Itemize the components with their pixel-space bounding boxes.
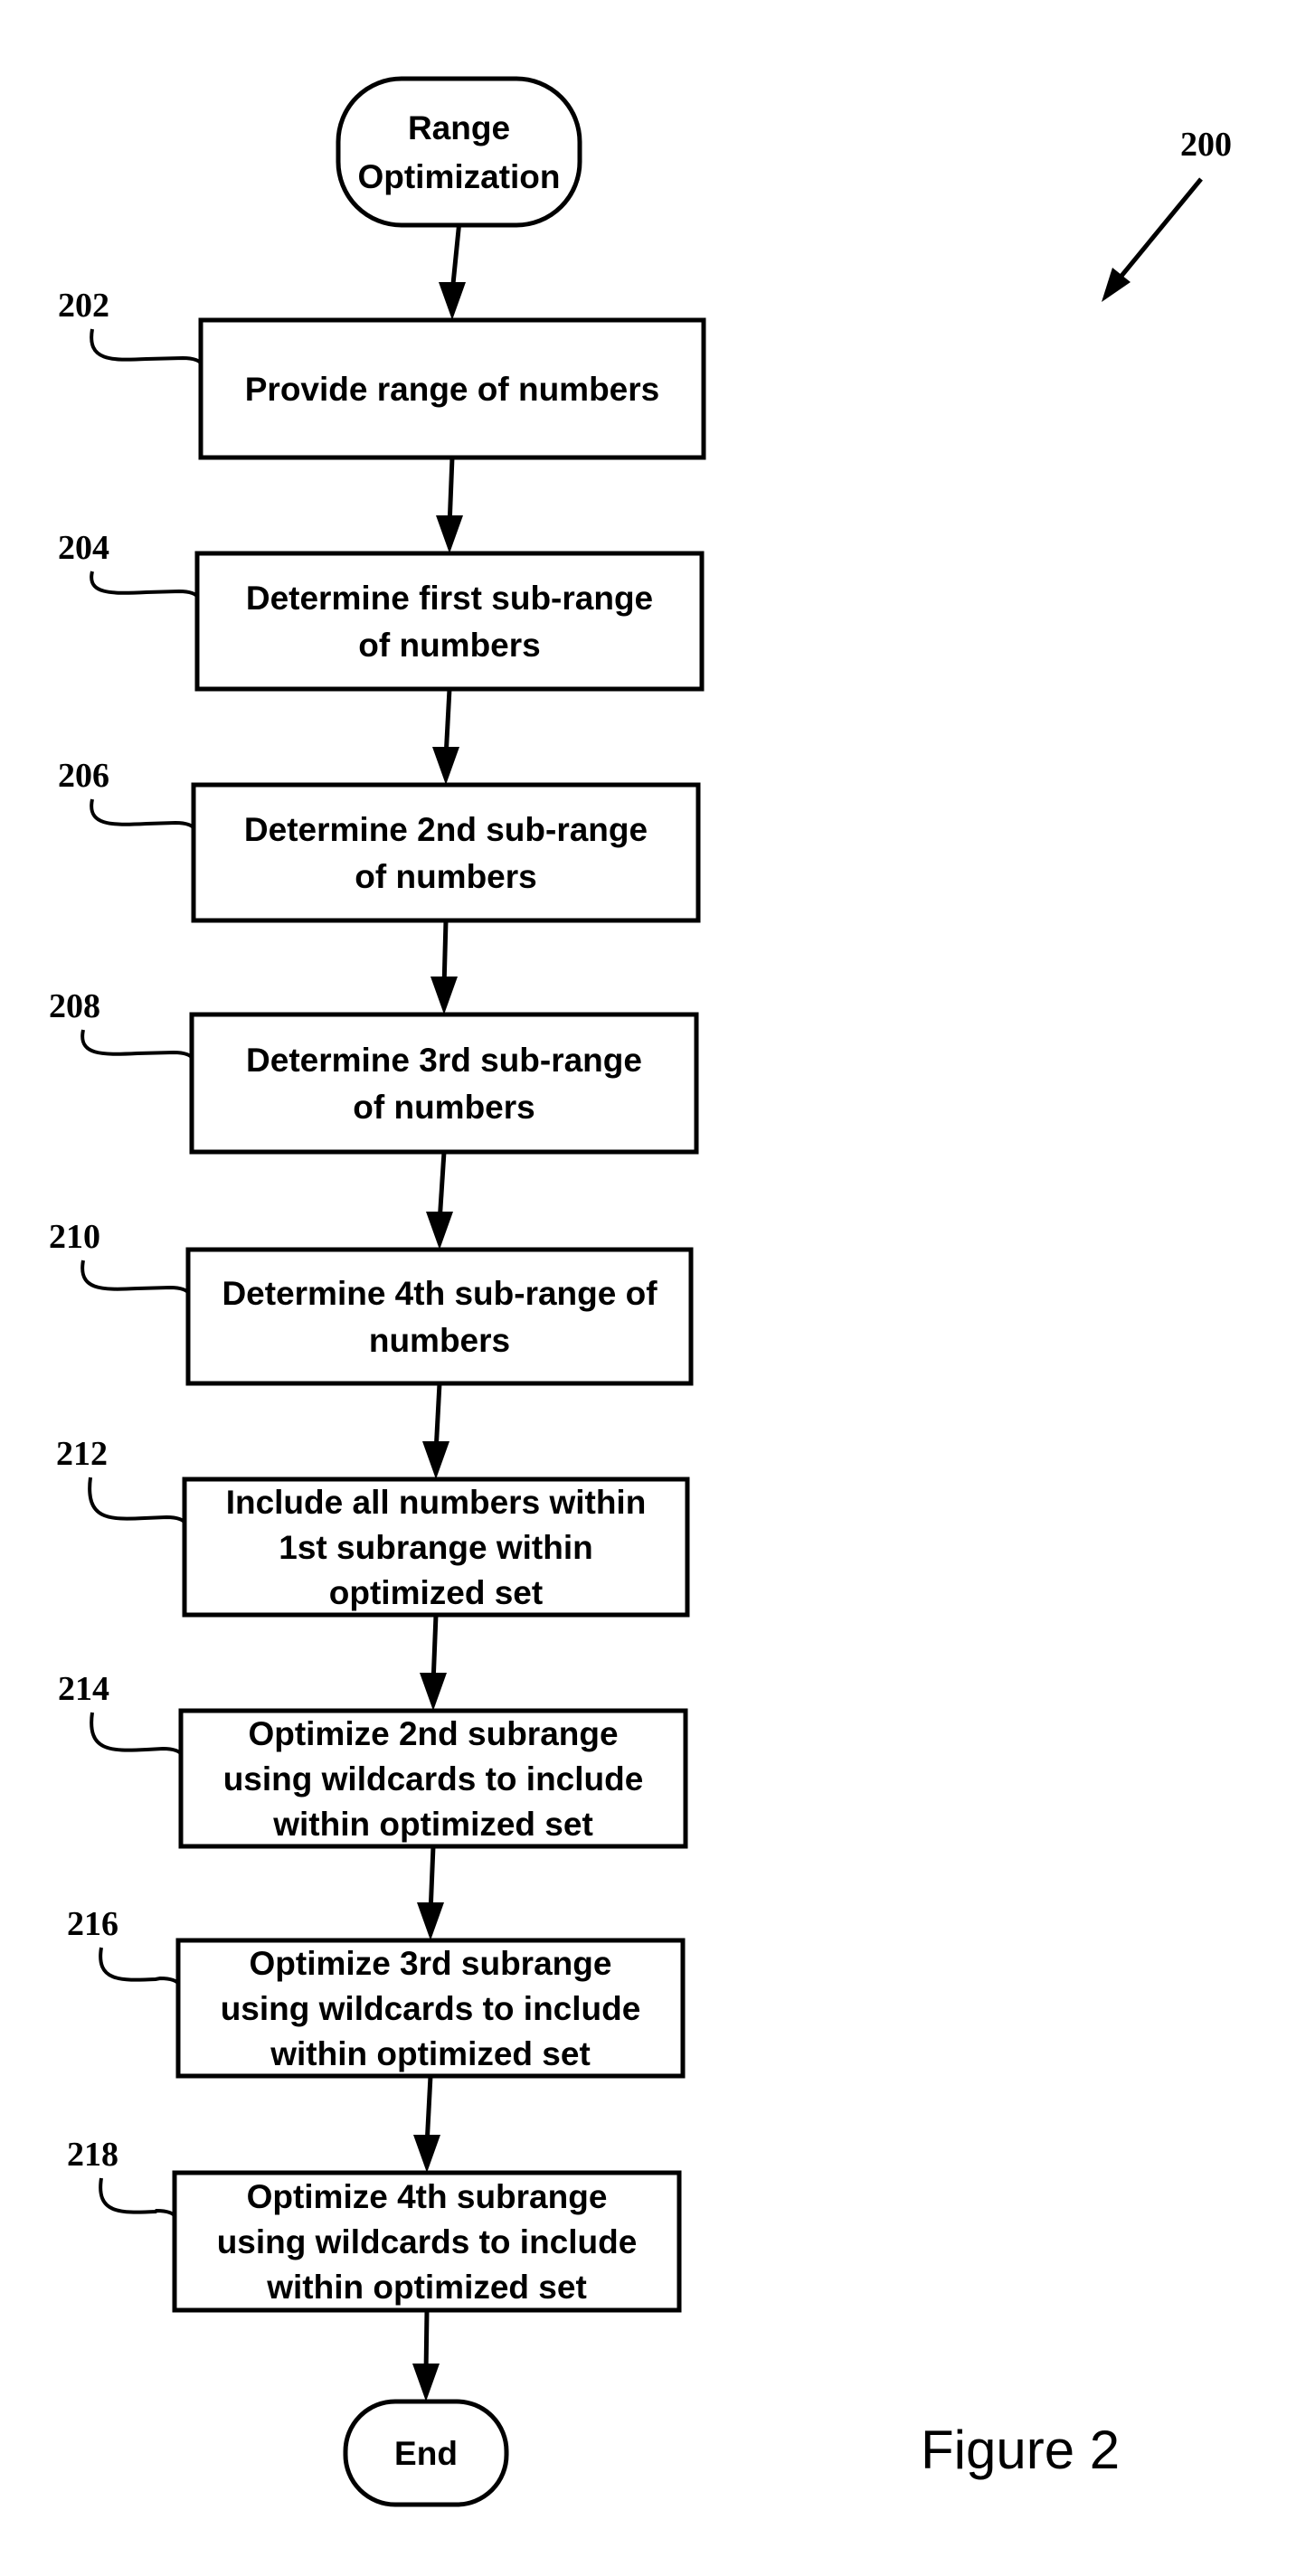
step-reference-number: 214 (58, 1670, 109, 1708)
process-box-label: 1st subrange within (279, 1529, 592, 1566)
step-reference-leader (99, 2177, 176, 2218)
process-box-label: Determine first sub-range (246, 580, 653, 617)
start-label: Range (408, 109, 510, 146)
step-reference-number: 212 (56, 1435, 108, 1473)
flowchart: 200 Figure 2 Range Optimization Provide ra… (49, 76, 1232, 2507)
step-reference-number: 208 (49, 987, 100, 1025)
figure-caption: Figure 2 (921, 2420, 1120, 2480)
process-box-208 (189, 1012, 699, 1155)
step-reference-leader (90, 1712, 183, 1756)
step-reference-leader (90, 571, 199, 599)
step-reference-number: 216 (67, 1905, 118, 1943)
process-box-label: using wildcards to include (217, 2223, 638, 2260)
process-box-label: Optimize 3rd subrange (250, 1945, 612, 1982)
process-box-label: Optimize 4th subrange (247, 2178, 608, 2215)
process-box-label: Optimize 2nd subrange (248, 1715, 618, 1752)
process-box-label: Determine 2nd sub-range (244, 811, 648, 848)
step-reference-number: 210 (49, 1218, 100, 1256)
process-box-label: Provide range of numbers (245, 371, 660, 408)
step-reference-leader (80, 1029, 194, 1060)
process-box-210 (185, 1247, 694, 1386)
end-label: End (394, 2435, 458, 2472)
process-box-204 (194, 551, 705, 692)
step-reference-number: 204 (58, 529, 109, 567)
step-reference-leader (80, 1260, 190, 1295)
step-reference-leader (99, 1947, 180, 1986)
process-box-label: using wildcards to include (221, 1990, 641, 2027)
flow-arrowhead-4 (426, 1212, 453, 1250)
process-box-label: using wildcards to include (223, 1760, 644, 1798)
flow-arrowhead-5 (422, 1441, 449, 1479)
process-box-label: Determine 4th sub-range of (222, 1275, 658, 1312)
process-box-label: of numbers (355, 858, 536, 895)
start-label: Optimization (357, 158, 560, 195)
figure-reference-number: 200 (1180, 126, 1232, 164)
step-reference-leader (88, 1477, 186, 1524)
process-box-label: Determine 3rd sub-range (246, 1042, 642, 1079)
process-box-label: optimized set (329, 1574, 543, 1611)
step-reference-number: 206 (58, 757, 109, 795)
process-box-label: within optimized set (266, 2269, 587, 2306)
process-box-label: within optimized set (272, 1806, 593, 1843)
step-reference-leader (90, 798, 195, 830)
process-box-label: Include all numbers within (226, 1484, 647, 1521)
flow-arrowhead-3 (430, 977, 458, 1014)
flow-arrowhead-0 (439, 282, 466, 320)
step-reference-number: 218 (67, 2136, 118, 2174)
start-terminal (336, 76, 582, 228)
process-box-label: numbers (369, 1322, 510, 1359)
flow-arrowhead-2 (432, 747, 459, 785)
flow-arrowhead-8 (413, 2135, 440, 2173)
flow-arrowhead-7 (417, 1902, 444, 1940)
step-reference-number: 202 (58, 287, 109, 325)
process-box-label: of numbers (353, 1089, 535, 1126)
step-reference-leader (90, 328, 203, 365)
flow-arrowhead-6 (420, 1673, 447, 1711)
figure-reference-arrow (1116, 177, 1203, 282)
process-box-label: within optimized set (270, 2035, 591, 2072)
flow-arrowhead-1 (436, 515, 463, 553)
process-box-label: of numbers (358, 627, 540, 664)
process-box-206 (191, 782, 701, 923)
flow-arrowhead-end (412, 2364, 440, 2401)
